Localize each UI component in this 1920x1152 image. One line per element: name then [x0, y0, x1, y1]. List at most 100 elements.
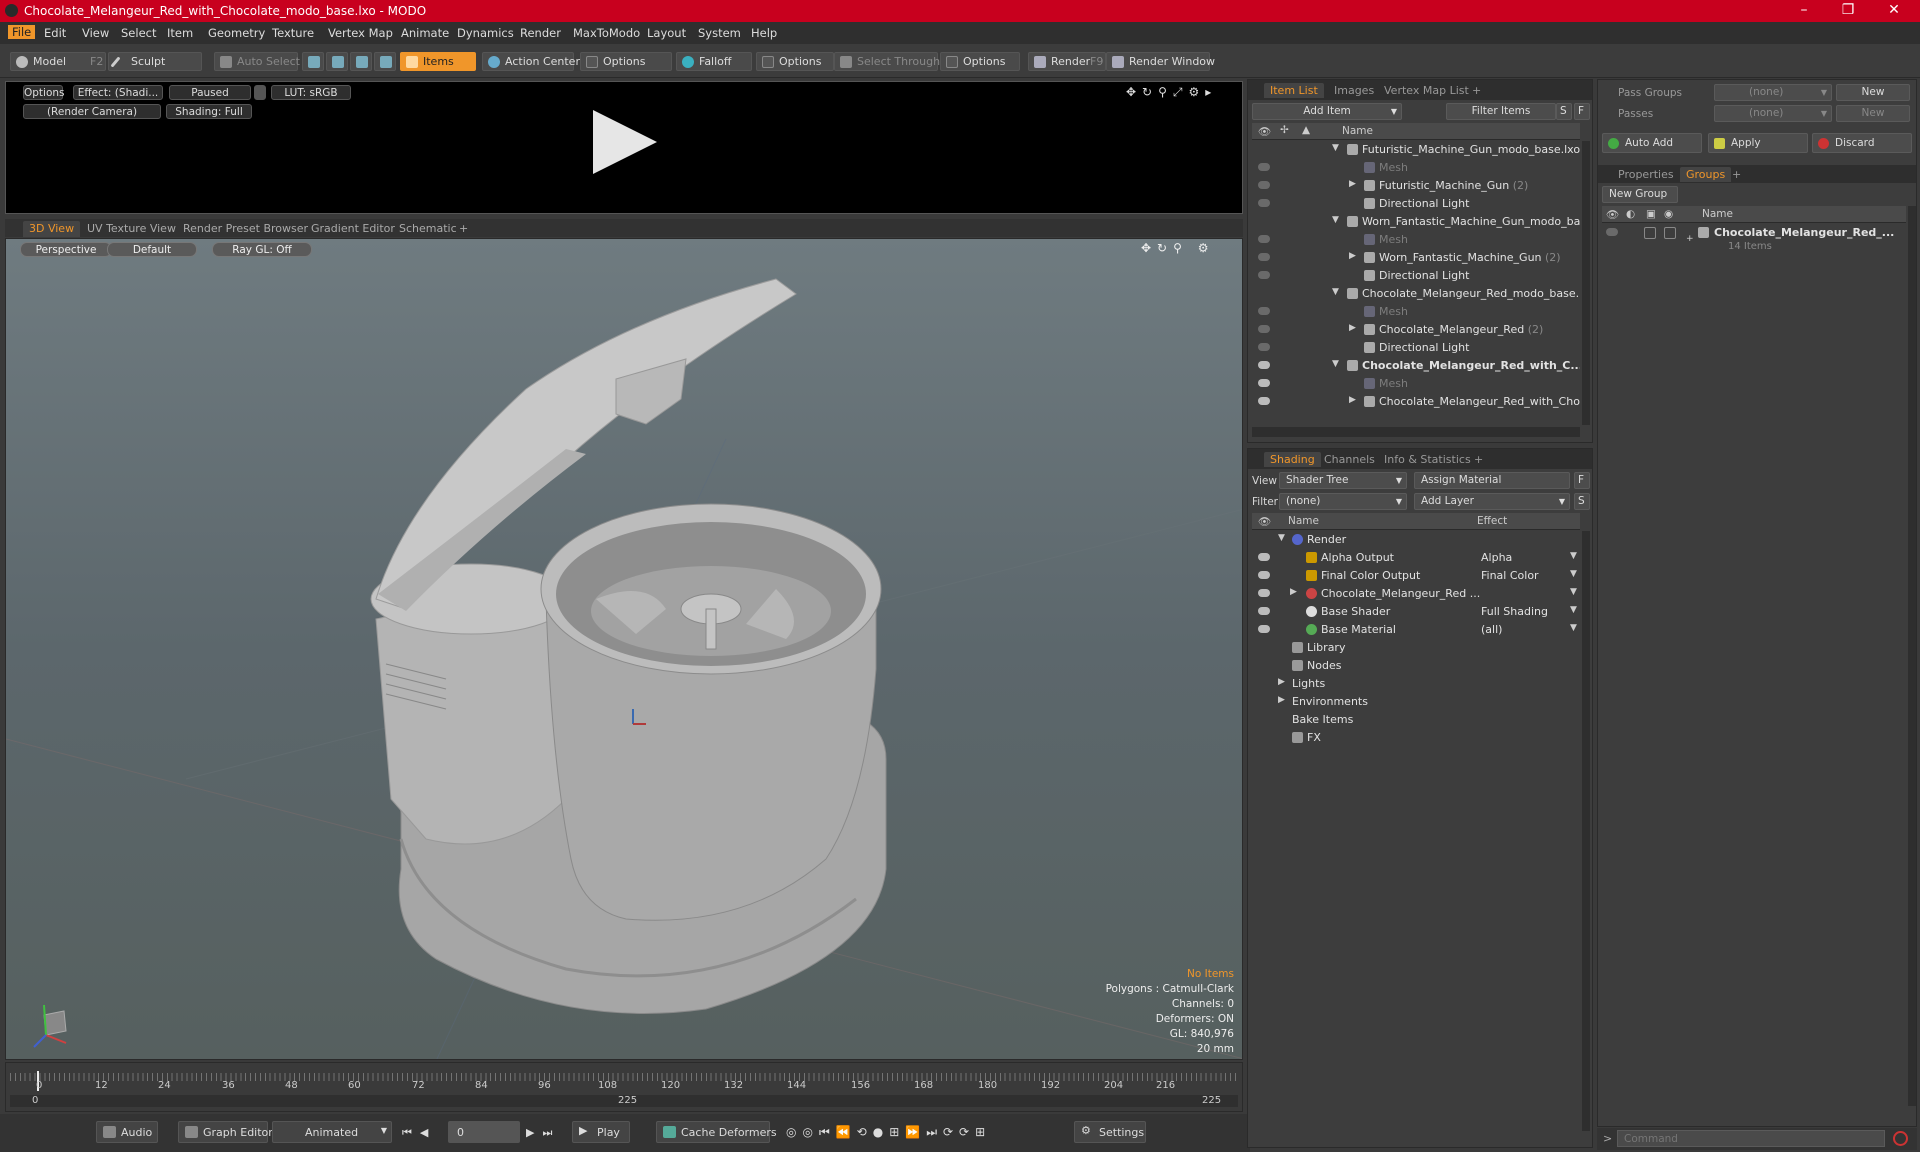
- shader-item[interactable]: FX: [1252, 729, 1580, 747]
- shading-dropdown[interactable]: Shading: Full: [166, 104, 252, 119]
- eye-icon[interactable]: [1258, 235, 1270, 243]
- chevron-down-icon[interactable]: ▼: [1570, 587, 1577, 597]
- menu-dynamics[interactable]: Dynamics: [457, 26, 514, 40]
- expand-icon[interactable]: ▼: [1332, 359, 1339, 369]
- record-icon[interactable]: [1893, 1131, 1908, 1146]
- tab-properties[interactable]: Properties: [1612, 167, 1680, 182]
- tab-channels[interactable]: Channels: [1318, 452, 1381, 467]
- minimize-icon[interactable]: –: [1794, 2, 1814, 18]
- vertical-scrollbar[interactable]: [1582, 531, 1590, 1131]
- expand-icon[interactable]: ▶: [1278, 677, 1285, 687]
- eye-icon[interactable]: [1258, 307, 1270, 315]
- audio-button[interactable]: Audio: [96, 1121, 158, 1143]
- model-mode-button[interactable]: Model F2: [10, 52, 106, 71]
- animated-dropdown[interactable]: Animated ▼: [272, 1121, 392, 1143]
- shading-f-button[interactable]: F: [1574, 472, 1590, 489]
- shader-item[interactable]: Library: [1252, 639, 1580, 657]
- filter-s-button[interactable]: S: [1556, 103, 1572, 120]
- maximize-icon[interactable]: ❐: [1838, 2, 1858, 18]
- filter-f-button[interactable]: F: [1574, 103, 1590, 120]
- add-tab-button[interactable]: +: [1468, 452, 1489, 467]
- menu-vertex-map[interactable]: Vertex Map: [328, 26, 393, 40]
- list-item[interactable]: ▶ Chocolate_Melangeur_Red_with_Choc...: [1252, 393, 1580, 411]
- discard-button[interactable]: Discard: [1812, 133, 1912, 153]
- shader-item[interactable]: Base Shader Full Shading ▼: [1252, 603, 1580, 621]
- tab-3d-view[interactable]: 3D View: [23, 221, 81, 237]
- expand-icon[interactable]: ▼: [1332, 215, 1339, 225]
- filter-items-input[interactable]: Filter Items: [1446, 103, 1556, 120]
- pass-groups-dropdown[interactable]: (none) ▼: [1714, 84, 1832, 101]
- sculpt-mode-button[interactable]: Sculpt: [108, 52, 202, 71]
- tab-shading[interactable]: Shading: [1264, 452, 1321, 467]
- expand-icon[interactable]: ▼: [1278, 533, 1285, 543]
- render-window-button[interactable]: Render Window: [1106, 52, 1215, 71]
- eye-icon[interactable]: [1258, 343, 1270, 351]
- shader-item[interactable]: ▼ Render: [1252, 531, 1580, 549]
- materials-button[interactable]: [374, 52, 396, 71]
- tab-gradient-editor[interactable]: Gradient Editor: [305, 221, 401, 237]
- expand-icon[interactable]: +: [1686, 234, 1694, 244]
- shader-item[interactable]: Nodes: [1252, 657, 1580, 675]
- list-item[interactable]: Mesh: [1252, 231, 1580, 249]
- expand-icon[interactable]: ▶: [1349, 251, 1356, 261]
- eye-icon[interactable]: [1258, 253, 1270, 261]
- new-pass-button[interactable]: New: [1836, 105, 1910, 122]
- menu-system[interactable]: System: [698, 26, 741, 40]
- list-item[interactable]: Mesh: [1252, 375, 1580, 393]
- menu-geometry[interactable]: Geometry: [208, 26, 265, 40]
- expand-icon[interactable]: ▶: [1349, 395, 1356, 405]
- group-item[interactable]: + Chocolate_Melangeur_Red_... 14 Items: [1602, 224, 1906, 256]
- eye-icon[interactable]: [1258, 607, 1270, 615]
- graph-editor-button[interactable]: Graph Editor: [178, 1121, 273, 1143]
- tab-images[interactable]: Images: [1328, 83, 1380, 98]
- menu-layout[interactable]: Layout: [647, 26, 686, 40]
- shader-item[interactable]: Final Color Output Final Color ▼: [1252, 567, 1580, 585]
- tab-uv-texture-view[interactable]: UV Texture View: [81, 221, 182, 237]
- eye-icon[interactable]: [1258, 361, 1270, 369]
- menu-render[interactable]: Render: [520, 26, 561, 40]
- shading-s-button[interactable]: S: [1574, 493, 1590, 510]
- action-center-button[interactable]: Action Center: [482, 52, 580, 71]
- preview-options-button[interactable]: Options: [23, 85, 65, 100]
- eye-icon[interactable]: [1258, 163, 1270, 171]
- settings-button[interactable]: ⚙ Settings: [1074, 1121, 1146, 1143]
- eye-icon[interactable]: [1258, 553, 1270, 561]
- checkbox-icon[interactable]: [1644, 227, 1656, 239]
- step-back-icons[interactable]: ⏮◀: [402, 1126, 436, 1140]
- vertices-button[interactable]: [302, 52, 324, 71]
- list-item[interactable]: Directional Light: [1252, 267, 1580, 285]
- shader-item[interactable]: Alpha Output Alpha ▼: [1252, 549, 1580, 567]
- timeline[interactable]: 0 12 24 36 48 60 72 84 96 108 120 132 14…: [5, 1062, 1243, 1112]
- checkbox-icon[interactable]: [1664, 227, 1676, 239]
- chevron-down-icon[interactable]: ▼: [1570, 551, 1577, 561]
- chevron-down-icon[interactable]: ▼: [1570, 623, 1577, 633]
- add-item-dropdown[interactable]: Add Item ▼: [1252, 103, 1402, 120]
- lut-dropdown[interactable]: LUT: sRGB: [271, 85, 351, 100]
- list-item[interactable]: Mesh: [1252, 303, 1580, 321]
- step-forward-icons[interactable]: ▶⏭: [526, 1126, 560, 1140]
- render-button[interactable]: Render F9: [1028, 52, 1106, 71]
- tab-vertex-map-list[interactable]: Vertex Map List: [1378, 83, 1475, 98]
- tab-item-list[interactable]: Item List: [1264, 83, 1324, 98]
- horizontal-scrollbar[interactable]: [1252, 427, 1580, 437]
- render-camera-dropdown[interactable]: (Render Camera): [23, 104, 161, 119]
- new-pass-group-button[interactable]: New: [1836, 84, 1910, 101]
- shader-item[interactable]: ▶ Chocolate_Melangeur_Red ... ▼: [1252, 585, 1580, 603]
- close-icon[interactable]: ✕: [1884, 2, 1904, 18]
- key-tool-icons[interactable]: ◎◎⏮⏪⟲●⊞⏩⏭⟳⟳⊞: [786, 1125, 991, 1140]
- menu-maxtomodo[interactable]: MaxToModo: [573, 26, 640, 40]
- list-item[interactable]: ▼ Chocolate_Melangeur_Red_with_C...: [1252, 357, 1580, 375]
- lock-icon[interactable]: [254, 85, 266, 100]
- add-layer-dropdown[interactable]: Add Layer ▼: [1414, 493, 1570, 510]
- expand-icon[interactable]: ▼: [1332, 143, 1339, 153]
- tab-groups[interactable]: Groups: [1680, 167, 1732, 182]
- edges-button[interactable]: [326, 52, 348, 71]
- auto-select-button[interactable]: Auto Select: [214, 52, 300, 71]
- menu-file[interactable]: File: [8, 25, 36, 39]
- list-item[interactable]: ▶ Futuristic_Machine_Gun (2): [1252, 177, 1580, 195]
- view-dropdown[interactable]: Shader Tree ▼: [1279, 472, 1407, 489]
- expand-icon[interactable]: ▶: [1349, 179, 1356, 189]
- assign-material-input[interactable]: Assign Material: [1414, 472, 1570, 489]
- passes-dropdown[interactable]: (none) ▼: [1714, 105, 1832, 122]
- shader-item[interactable]: ▶ Environments: [1252, 693, 1580, 711]
